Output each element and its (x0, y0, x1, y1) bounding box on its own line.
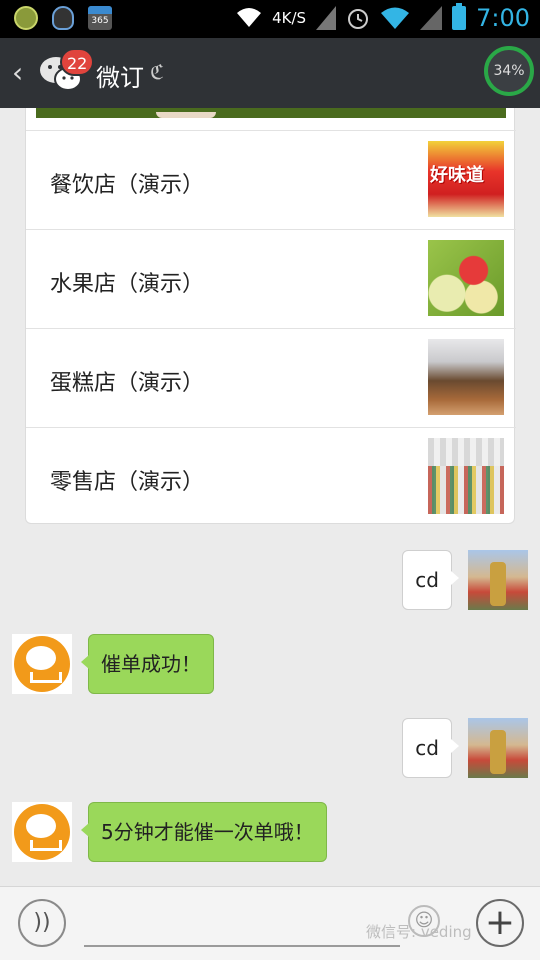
message-bubble[interactable]: 5分钟才能催一次单哦！ (81, 802, 327, 862)
chat-title: 微订 (96, 64, 144, 92)
shopping-chat-icon (14, 636, 70, 692)
article-card: 餐饮店（演示） 好味道 水果店（演示） 蛋糕店（演示） 零售店（演示） (25, 108, 516, 526)
fruit-thumbnail (428, 240, 504, 316)
calendar-label: 365 (91, 16, 109, 26)
qq-icon (52, 6, 74, 30)
signal-icon (316, 6, 337, 30)
status-bar-system: 4K/S 7:00 (236, 3, 530, 32)
message-outgoing: cd (0, 550, 540, 612)
voice-icon: )) (33, 910, 51, 935)
thumbnail-caption: 好味道 (430, 165, 484, 186)
avatar[interactable] (12, 802, 72, 862)
wifi-icon (237, 8, 262, 27)
avatar[interactable] (12, 634, 72, 694)
message-outgoing: cd (0, 718, 540, 780)
title-bar: ‹ 22 微订 ℭ 34% (0, 38, 540, 108)
voice-input-button[interactable]: )) (18, 899, 66, 947)
card-item-label: 餐饮店（演示） (50, 173, 205, 198)
card-item-label: 零售店（演示） (50, 470, 205, 495)
shopping-chat-icon (14, 804, 70, 860)
status-bar-notifications: 365 (14, 6, 112, 30)
more-button[interactable]: + (476, 899, 524, 947)
network-speed: 4K/S (272, 9, 307, 27)
message-text: 催单成功！ (101, 652, 201, 676)
calendar-365-icon: 365 (88, 6, 112, 30)
message-input[interactable] (84, 945, 400, 947)
chat-area[interactable]: 餐饮店（演示） 好味道 水果店（演示） 蛋糕店（演示） 零售店（演示） cd 催… (0, 108, 540, 886)
avatar[interactable] (468, 550, 528, 610)
message-incoming: 5分钟才能催一次单哦！ (0, 802, 540, 864)
message-text: cd (415, 736, 439, 760)
battery-icon (452, 3, 467, 30)
plus-icon: + (484, 902, 516, 943)
message-text: cd (415, 568, 439, 592)
earpiece-mode-icon: ℭ (150, 60, 165, 84)
message-bubble[interactable]: cd (402, 550, 459, 610)
unread-badge: 22 (60, 48, 95, 76)
wifi-icon (381, 7, 410, 29)
watermark: 微信号: veding (366, 923, 472, 941)
card-item-fruit[interactable]: 水果店（演示） (26, 229, 516, 328)
card-item-retail[interactable]: 零售店（演示） (26, 427, 516, 526)
card-cover-image[interactable] (36, 108, 506, 118)
input-bar: )) ☺ 微信号: veding + (0, 886, 540, 960)
status-bar: 365 4K/S 7:00 (0, 0, 540, 38)
alarm-icon (348, 9, 369, 29)
clock: 7:00 (476, 4, 530, 32)
progress-label: 34% (493, 63, 525, 79)
message-incoming: 催单成功！ (0, 634, 540, 696)
restaurant-thumbnail: 好味道 (428, 141, 504, 217)
game-icon (14, 6, 38, 30)
progress-indicator[interactable]: 34% (484, 46, 534, 96)
retail-thumbnail (428, 438, 504, 514)
message-bubble[interactable]: cd (402, 718, 459, 778)
card-item-restaurant[interactable]: 餐饮店（演示） 好味道 (26, 130, 516, 229)
cake-thumbnail (428, 339, 504, 415)
card-item-label: 水果店（演示） (50, 272, 205, 297)
card-item-cake[interactable]: 蛋糕店（演示） (26, 328, 516, 427)
signal-icon (420, 6, 443, 30)
back-icon[interactable]: ‹ (12, 56, 23, 89)
card-item-label: 蛋糕店（演示） (50, 371, 205, 396)
avatar[interactable] (468, 718, 528, 778)
message-text: 5分钟才能催一次单哦！ (101, 820, 314, 844)
message-bubble[interactable]: 催单成功！ (81, 634, 214, 694)
